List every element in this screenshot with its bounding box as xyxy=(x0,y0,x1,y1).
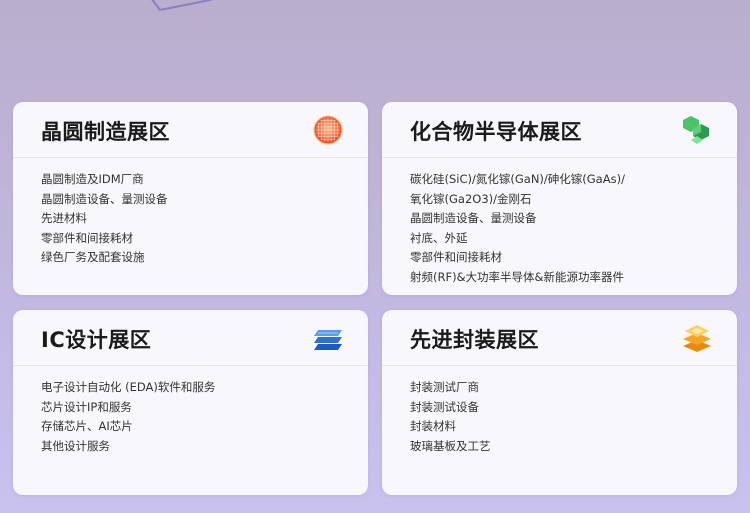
card-item-list: 晶圆制造及IDM厂商 晶圆制造设备、量测设备 先进材料 零部件和间接耗材 绿色厂… xyxy=(13,158,368,268)
card-title: IC设计展区 xyxy=(41,328,152,352)
list-item: 玻璃基板及工艺 xyxy=(410,438,491,453)
list-item: 晶圆制造设备、量测设备 xyxy=(410,211,537,225)
list-item: 其他设计服务 xyxy=(41,438,110,453)
card-item-list: 封装测试厂商 封装测试设备 封装材料 玻璃基板及工艺 xyxy=(382,366,737,456)
list-item: 封装测试厂商 xyxy=(410,380,479,394)
zone-card-compound-semiconductor[interactable]: 化合物半导体展区 碳化硅(SiC)/氮化镓(GaN)/砷化镓(GaAs)/ 氧化… xyxy=(382,102,737,295)
card-item-list: 碳化硅(SiC)/氮化镓(GaN)/砷化镓(GaAs)/ 氧化镓(Ga2O3)/… xyxy=(382,158,737,287)
wafer-icon xyxy=(313,115,343,145)
list-item: 晶圆制造设备、量测设备 xyxy=(41,191,168,206)
list-item: 封装测试设备 xyxy=(410,399,479,414)
list-item: 存储芯片、AI芯片 xyxy=(41,419,133,433)
card-header: 化合物半导体展区 xyxy=(382,102,737,158)
card-title: 晶圆制造展区 xyxy=(41,120,170,144)
card-title: 化合物半导体展区 xyxy=(410,120,582,144)
zone-card-ic-design[interactable]: IC设计展区 电子设计自动化 (EDA)软件和服务 芯片设计IP和服务 存储芯片… xyxy=(13,310,368,495)
list-item: 碳化硅(SiC)/氮化镓(GaN)/砷化镓(GaAs)/ xyxy=(410,172,625,186)
card-item-list: 电子设计自动化 (EDA)软件和服务 芯片设计IP和服务 存储芯片、AI芯片 其… xyxy=(13,366,368,456)
list-item: 衬底、外延 xyxy=(410,230,468,245)
list-item: 电子设计自动化 (EDA)软件和服务 xyxy=(41,380,216,394)
zone-card-advanced-packaging[interactable]: 先进封装展区 封装测试厂商 封装测试设备 封装材料 玻璃基板及工艺 xyxy=(382,310,737,495)
list-item: 封装材料 xyxy=(410,419,456,433)
list-item: 零部件和间接耗材 xyxy=(41,230,133,245)
stacked-package-icon xyxy=(683,325,711,352)
list-item: 晶圆制造及IDM厂商 xyxy=(41,172,144,186)
list-item: 芯片设计IP和服务 xyxy=(41,399,132,414)
hexagon-cluster-icon xyxy=(683,116,709,144)
layers-icon xyxy=(314,330,342,350)
card-header: 先进封装展区 xyxy=(382,310,737,366)
decorative-outline-graphic xyxy=(151,0,212,12)
card-header: 晶圆制造展区 xyxy=(13,102,368,158)
card-title: 先进封装展区 xyxy=(410,328,539,352)
zone-card-wafer-manufacturing[interactable]: 晶圆制造展区 晶圆制造及IDM厂商 晶圆制造设备、量测设备 先进材料 零部件和间… xyxy=(13,102,368,295)
list-item: 绿色厂务及配套设施 xyxy=(41,250,145,264)
list-item: 射频(RF)&大功率半导体&新能源功率器件 xyxy=(410,269,625,284)
list-item: 零部件和间接耗材 xyxy=(410,250,502,264)
card-header: IC设计展区 xyxy=(13,310,368,366)
list-item: 先进材料 xyxy=(41,211,87,225)
list-item: 氧化镓(Ga2O3)/金刚石 xyxy=(410,191,532,206)
